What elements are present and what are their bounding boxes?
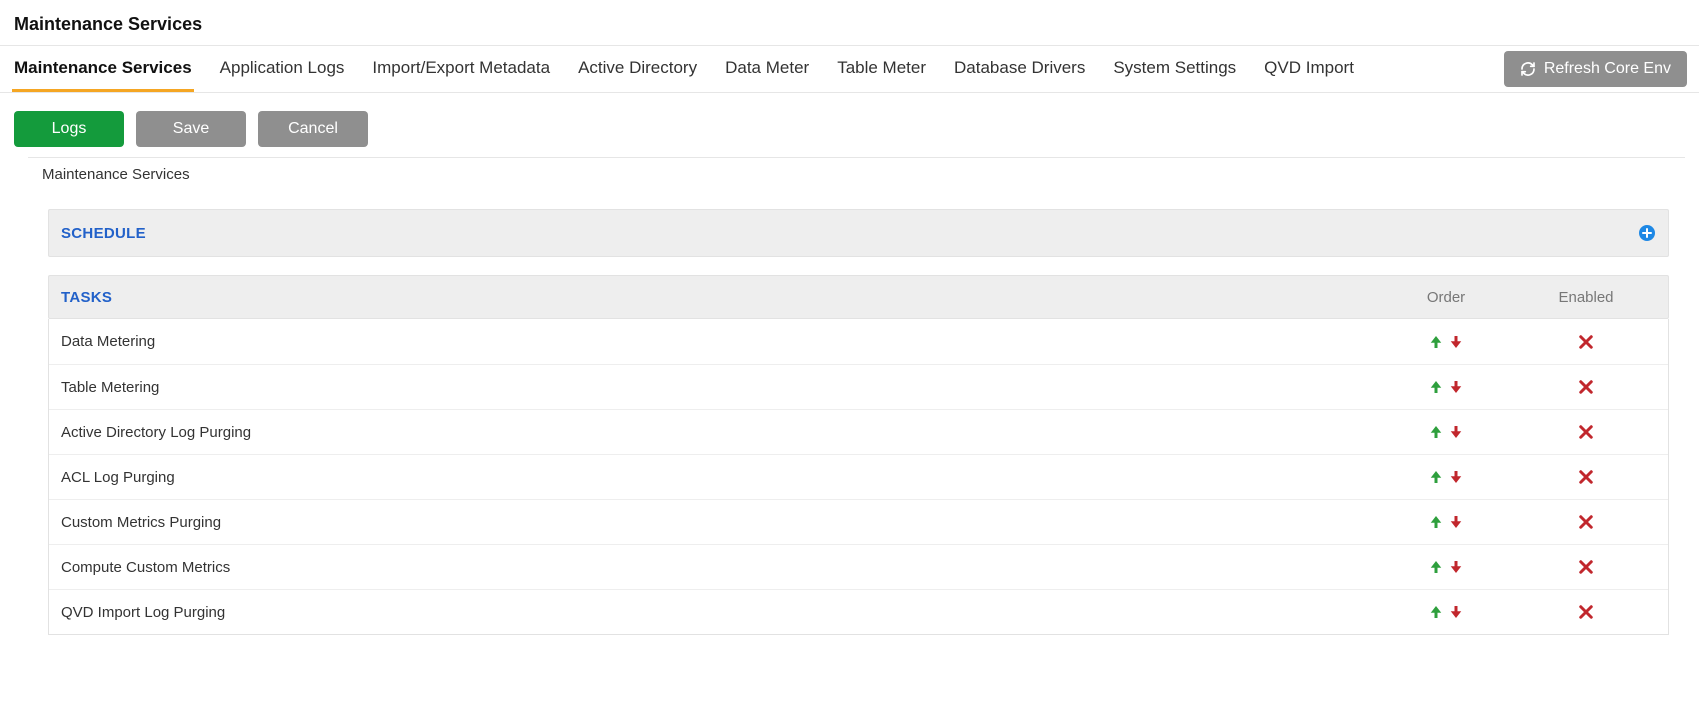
move-down-icon[interactable] [1447,513,1465,531]
tab-table-meter[interactable]: Table Meter [835,46,928,92]
save-button[interactable]: Save [136,111,246,147]
page-title: Maintenance Services [0,0,1699,45]
task-enabled-cell [1516,558,1656,576]
task-name: Active Directory Log Purging [61,424,1376,441]
tasks-col-enabled: Enabled [1516,289,1656,306]
task-order-controls [1376,513,1516,531]
tab-application-logs[interactable]: Application Logs [218,46,347,92]
cancel-button[interactable]: Cancel [258,111,368,147]
task-row: Active Directory Log Purging [49,409,1668,454]
tab-system-settings[interactable]: System Settings [1111,46,1238,92]
disabled-icon[interactable] [1577,558,1595,576]
right-actions: Refresh Core Env [1504,46,1687,92]
refresh-icon [1520,61,1536,77]
refresh-core-env-button[interactable]: Refresh Core Env [1504,51,1687,87]
task-row: Compute Custom Metrics [49,544,1668,589]
action-row: Logs Save Cancel [0,93,1699,157]
task-order-controls [1376,603,1516,621]
tab-data-meter[interactable]: Data Meter [723,46,811,92]
task-order-controls [1376,423,1516,441]
task-order-controls [1376,378,1516,396]
move-down-icon[interactable] [1447,333,1465,351]
tab-database-drivers[interactable]: Database Drivers [952,46,1087,92]
disabled-icon[interactable] [1577,513,1595,531]
schedule-section: SCHEDULE [48,209,1669,257]
task-name: Data Metering [61,333,1376,350]
tab-qvd-import[interactable]: QVD Import [1262,46,1356,92]
task-name: ACL Log Purging [61,469,1376,486]
tasks-title: TASKS [61,289,1376,306]
task-row: Data Metering [49,319,1668,364]
tasks-section: TASKS Order Enabled Data Metering Table M… [48,275,1669,635]
task-row: Table Metering [49,364,1668,409]
task-name: Custom Metrics Purging [61,514,1376,531]
task-row: ACL Log Purging [49,454,1668,499]
move-down-icon[interactable] [1447,603,1465,621]
move-up-icon[interactable] [1427,558,1445,576]
disabled-icon[interactable] [1577,378,1595,396]
refresh-button-label: Refresh Core Env [1544,60,1671,78]
disabled-icon[interactable] [1577,603,1595,621]
schedule-title: SCHEDULE [61,225,146,242]
task-enabled-cell [1516,603,1656,621]
tab-maintenance-services[interactable]: Maintenance Services [12,46,194,92]
task-order-controls [1376,558,1516,576]
add-schedule-icon[interactable] [1638,224,1656,242]
task-order-controls [1376,468,1516,486]
task-row: QVD Import Log Purging [49,589,1668,634]
move-down-icon[interactable] [1447,378,1465,396]
disabled-icon[interactable] [1577,468,1595,486]
move-down-icon[interactable] [1447,423,1465,441]
task-name: Table Metering [61,379,1376,396]
move-up-icon[interactable] [1427,513,1445,531]
tabs-bar: Maintenance Services Application Logs Impo… [0,45,1699,93]
tasks-col-order: Order [1376,289,1516,306]
task-row: Custom Metrics Purging [49,499,1668,544]
tasks-body: Data Metering Table Metering Active Direct… [48,319,1669,635]
move-down-icon[interactable] [1447,468,1465,486]
schedule-header: SCHEDULE [48,209,1669,257]
move-down-icon[interactable] [1447,558,1465,576]
panel-area: SCHEDULE TASKS Order Enabled Data Meteri… [0,209,1699,635]
move-up-icon[interactable] [1427,333,1445,351]
task-enabled-cell [1516,513,1656,531]
logs-button[interactable]: Logs [14,111,124,147]
task-order-controls [1376,333,1516,351]
task-enabled-cell [1516,333,1656,351]
move-up-icon[interactable] [1427,468,1445,486]
disabled-icon[interactable] [1577,423,1595,441]
move-up-icon[interactable] [1427,603,1445,621]
task-name: QVD Import Log Purging [61,604,1376,621]
tab-active-directory[interactable]: Active Directory [576,46,699,92]
disabled-icon[interactable] [1577,333,1595,351]
task-enabled-cell [1516,378,1656,396]
tasks-header: TASKS Order Enabled [48,275,1669,319]
tabs-list: Maintenance Services Application Logs Impo… [12,46,1356,92]
task-enabled-cell [1516,423,1656,441]
task-name: Compute Custom Metrics [61,559,1376,576]
move-up-icon[interactable] [1427,378,1445,396]
tab-import-export-metadata[interactable]: Import/Export Metadata [370,46,552,92]
breadcrumb: Maintenance Services [28,157,1685,191]
task-enabled-cell [1516,468,1656,486]
move-up-icon[interactable] [1427,423,1445,441]
